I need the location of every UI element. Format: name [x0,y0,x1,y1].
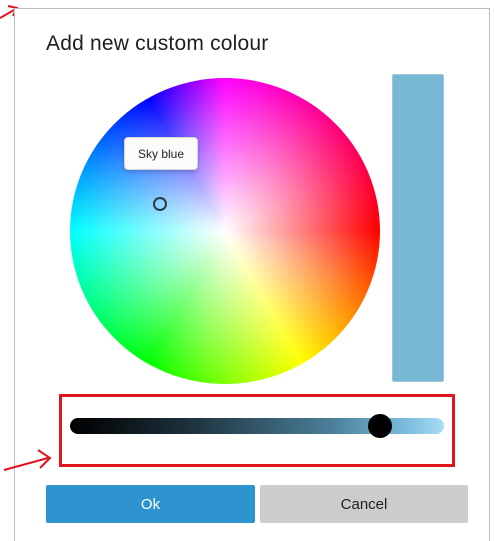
cancel-button[interactable]: Cancel [260,485,468,523]
dialog-title: Add new custom colour [46,32,269,55]
annotation-arrow-bottom [3,449,52,471]
colour-picker-handle[interactable] [153,197,167,211]
colour-name-tooltip: Sky blue [124,137,198,170]
colour-preview-swatch [392,74,444,382]
colour-wheel[interactable] [70,78,380,384]
ok-button[interactable]: Ok [46,485,255,523]
